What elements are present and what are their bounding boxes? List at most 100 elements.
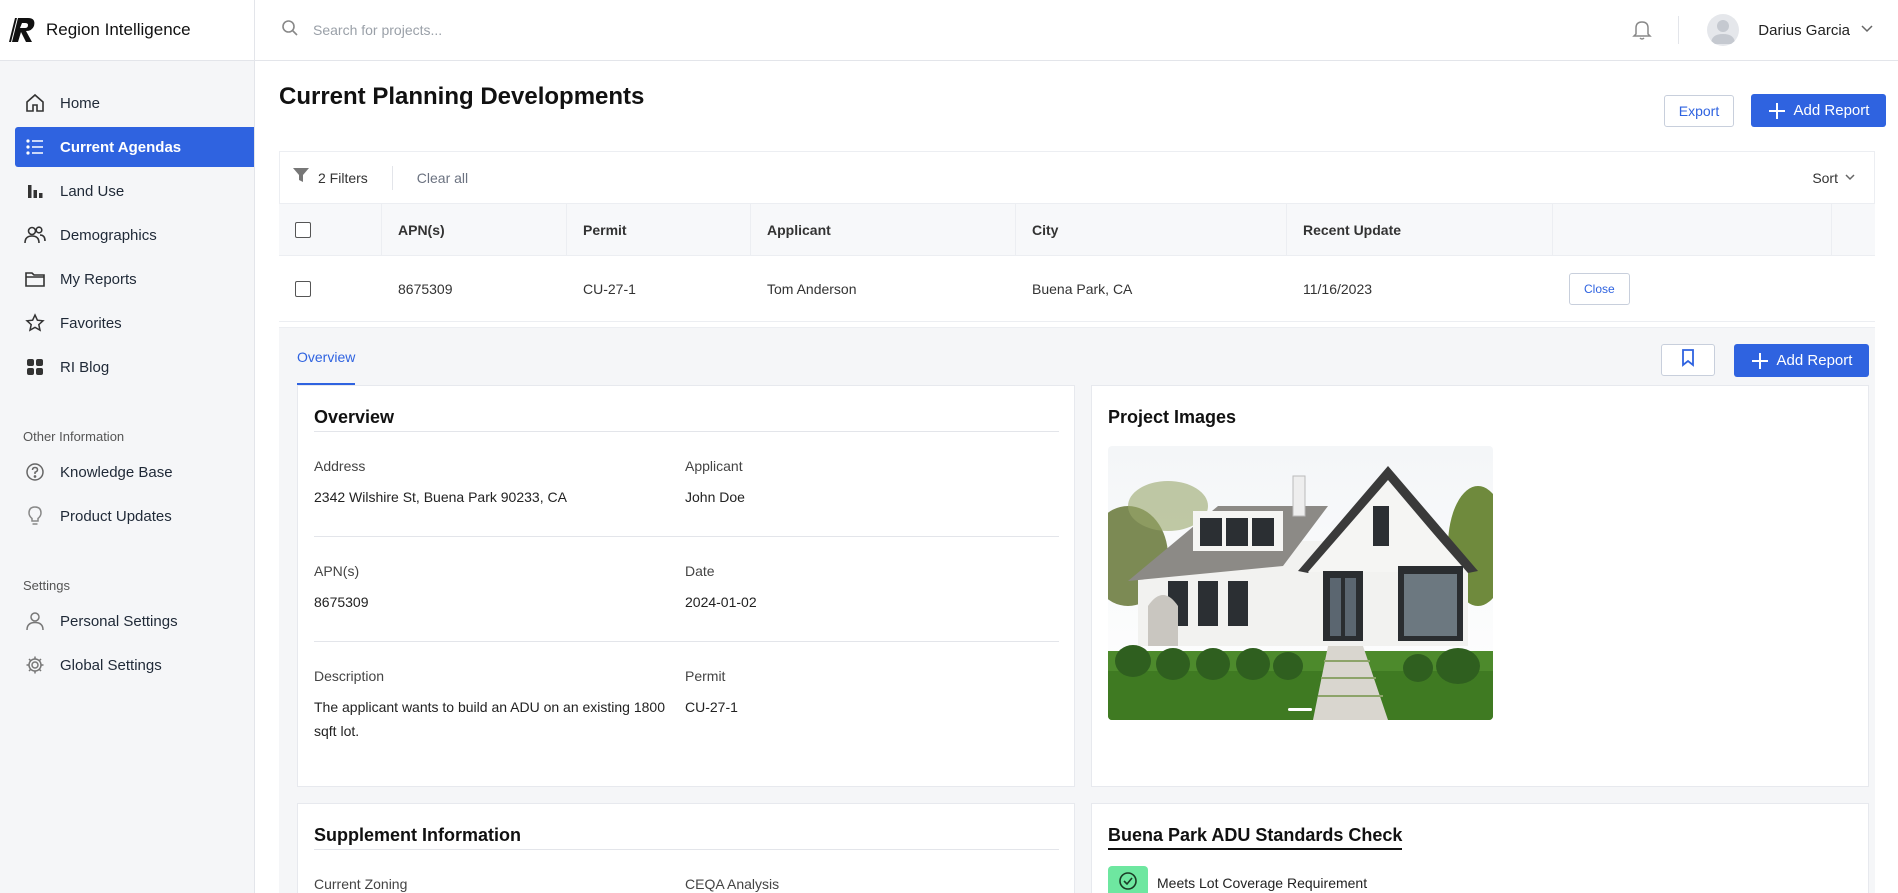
header-city[interactable]: City (1016, 204, 1287, 255)
projects-table: 2 Filters Clear all Sort APN(s) Permit A… (279, 151, 1875, 322)
filter-count[interactable]: 2 Filters (318, 165, 393, 190)
plus-icon (1768, 102, 1786, 120)
app-name: Region Intelligence (46, 20, 191, 39)
header-permit[interactable]: Permit (567, 204, 751, 255)
chevron-down-icon (1860, 21, 1874, 40)
filter-icon[interactable] (292, 166, 310, 189)
detail-tabs: Overview (297, 328, 356, 385)
export-button[interactable]: Export (1664, 95, 1734, 127)
sidebar-item-label: RI Blog (60, 358, 110, 376)
search-input[interactable] (313, 22, 713, 38)
sidebar-item-label: Home (60, 94, 101, 112)
list-icon (24, 136, 46, 158)
users-icon (24, 224, 46, 246)
sort-dropdown[interactable]: Sort (1812, 170, 1862, 186)
check-circle-icon (1118, 871, 1138, 893)
description-value: The applicant wants to build an ADU on a… (314, 699, 666, 739)
user-menu[interactable]: Darius Garcia (1707, 14, 1874, 46)
sort-label: Sort (1812, 169, 1838, 186)
cell-recent-update: 11/16/2023 (1303, 280, 1373, 297)
apn-label: APN(s) (314, 563, 360, 579)
tab-overview[interactable]: Overview (297, 349, 356, 385)
filter-bar: 2 Filters Clear all Sort (279, 151, 1875, 203)
sidebar-item-demographics[interactable]: Demographics (15, 215, 254, 255)
cell-city: Buena Park, CA (1032, 280, 1133, 297)
page-title: Current Planning Developments (279, 83, 645, 110)
sidebar-item-current-agendas[interactable]: Current Agendas (15, 127, 254, 167)
project-detail: Overview Add Report Overview Address 234… (279, 327, 1875, 893)
plus-icon (1751, 352, 1769, 370)
sidebar-item-product-updates[interactable]: Product Updates (15, 496, 254, 536)
header-checkbox-cell (279, 204, 382, 255)
help-circle-icon (24, 461, 46, 483)
close-button[interactable]: Close (1569, 272, 1630, 305)
add-report-button[interactable]: Add Report (1751, 94, 1886, 127)
lightbulb-icon (24, 505, 46, 527)
sidebar-item-label: Demographics (60, 226, 157, 244)
divider (314, 536, 1059, 537)
standards-card: Buena Park ADU Standards Check Meets Lot… (1091, 803, 1869, 893)
cell-apn: 8675309 (398, 280, 453, 297)
project-images-card: Project Images (1091, 385, 1869, 787)
sidebar-item-home[interactable]: Home (15, 83, 254, 123)
check-text: Meets Lot Coverage Requirement (1157, 875, 1368, 891)
folder-icon (24, 268, 46, 290)
user-name: Darius Garcia (1758, 21, 1850, 39)
cell-actions: Close (1553, 256, 1832, 321)
search-icon (281, 19, 299, 42)
cell-applicant: Tom Anderson (767, 280, 857, 297)
sidebar: Region Intelligence Home Current Agendas… (0, 0, 255, 893)
date-label: Date (685, 563, 715, 579)
clear-all-button[interactable]: Clear all (417, 170, 468, 186)
user-icon (24, 610, 46, 632)
header-actions (1553, 204, 1832, 255)
header-applicant[interactable]: Applicant (751, 204, 1016, 255)
brand[interactable]: Region Intelligence (0, 0, 254, 61)
logo-icon (8, 15, 38, 45)
applicant-value: John Doe (685, 489, 745, 505)
permit-label: Permit (685, 668, 726, 684)
sidebar-item-land-use[interactable]: Land Use (15, 171, 254, 211)
row-checkbox[interactable] (295, 280, 311, 297)
ceqa-label: CEQA Analysis (685, 876, 780, 892)
zoning-label: Current Zoning (314, 876, 408, 892)
project-images-title: Project Images (1108, 407, 1237, 427)
star-icon (24, 312, 46, 334)
bell-icon[interactable] (1630, 18, 1654, 42)
bookmark-icon (1681, 348, 1695, 372)
sidebar-item-label: Land Use (60, 182, 125, 200)
sidebar-item-my-reports[interactable]: My Reports (15, 259, 254, 299)
divider (314, 641, 1059, 642)
divider (314, 849, 1059, 850)
header-recent-update[interactable]: Recent Update (1287, 204, 1553, 255)
standards-check-item: Meets Lot Coverage Requirement (1108, 866, 1367, 893)
main-nav: Home Current Agendas Land Use Demographi… (0, 61, 254, 685)
address-label: Address (314, 458, 366, 474)
sidebar-item-global-settings[interactable]: Global Settings (15, 645, 254, 685)
sidebar-item-personal-settings[interactable]: Personal Settings (15, 601, 254, 641)
project-image[interactable] (1108, 446, 1493, 720)
sidebar-item-knowledge-base[interactable]: Knowledge Base (15, 452, 254, 492)
applicant-label: Applicant (685, 458, 743, 474)
gear-icon (24, 654, 46, 676)
header-apn[interactable]: APN(s) (382, 204, 567, 255)
table-header: APN(s) Permit Applicant City Recent Upda… (279, 203, 1875, 256)
sidebar-item-label: Current Agendas (60, 138, 182, 156)
chevron-down-icon (1844, 170, 1856, 186)
overview-card: Overview Address 2342 Wilshire St, Buena… (297, 385, 1075, 787)
sidebar-item-ri-blog[interactable]: RI Blog (15, 347, 254, 387)
header-spacer (1832, 204, 1875, 255)
address-value: 2342 Wilshire St, Buena Park 90233, CA (314, 489, 567, 505)
bookmark-button[interactable] (1661, 344, 1715, 376)
grid-icon (24, 356, 46, 378)
topbar: Darius Garcia (255, 0, 1898, 61)
table-row[interactable]: 8675309 CU-27-1 Tom Anderson Buena Park,… (279, 256, 1875, 322)
add-report-label: Add Report (1793, 102, 1870, 119)
section-heading-settings: Settings (23, 578, 70, 593)
sidebar-item-label: Favorites (60, 314, 122, 332)
select-all-checkbox[interactable] (295, 221, 311, 238)
sidebar-item-favorites[interactable]: Favorites (15, 303, 254, 343)
detail-add-report-button[interactable]: Add Report (1734, 344, 1869, 377)
apn-value: 8675309 (314, 594, 369, 610)
search-bar (255, 19, 1630, 42)
